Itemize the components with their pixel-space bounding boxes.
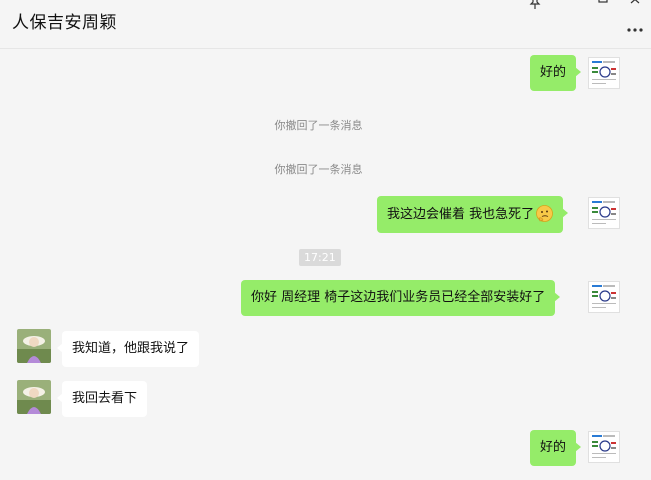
my-avatar[interactable]	[588, 281, 620, 313]
contact-avatar[interactable]	[17, 380, 51, 414]
message-bubble-sent[interactable]: 你好 周经理 椅子这边我们业务员已经全部安装好了	[241, 280, 561, 316]
minimize-icon[interactable]	[560, 0, 578, 10]
pin-icon[interactable]	[526, 0, 544, 10]
message-bubble-sent[interactable]: 我这边会催着 我也急死了	[377, 196, 569, 233]
recall-notice: 你撤回了一条消息	[274, 163, 363, 176]
title-bar: 人保吉安周颖	[0, 0, 651, 49]
my-avatar[interactable]	[588, 57, 620, 89]
message-bubble-sent[interactable]: 好的	[530, 55, 582, 91]
maximize-icon[interactable]	[594, 0, 612, 10]
close-icon[interactable]	[626, 0, 644, 10]
message-text: 我这边会催着 我也急死了	[387, 207, 535, 222]
recall-notice: 你撤回了一条消息	[274, 119, 363, 132]
message-bubble-received[interactable]: 我回去看下	[56, 381, 148, 417]
my-avatar[interactable]	[588, 431, 620, 463]
message-bubble-received[interactable]: 我知道，他跟我说了	[56, 331, 200, 367]
more-icon[interactable]	[627, 18, 643, 37]
chat-title: 人保吉安周颖	[12, 13, 117, 33]
chat-window: 人保吉安周颖 好的 你撤回了一条消息 你撤回了一条消息 我这边会催着 我也急死了…	[0, 0, 651, 480]
my-avatar[interactable]	[588, 197, 620, 229]
time-divider: 17:21	[299, 249, 341, 266]
thinking-face-icon	[536, 205, 554, 222]
message-list[interactable]: 好的 你撤回了一条消息 你撤回了一条消息 我这边会催着 我也急死了 17:21 …	[0, 49, 651, 480]
message-bubble-sent[interactable]: 好的	[530, 430, 582, 466]
contact-avatar[interactable]	[17, 329, 51, 363]
